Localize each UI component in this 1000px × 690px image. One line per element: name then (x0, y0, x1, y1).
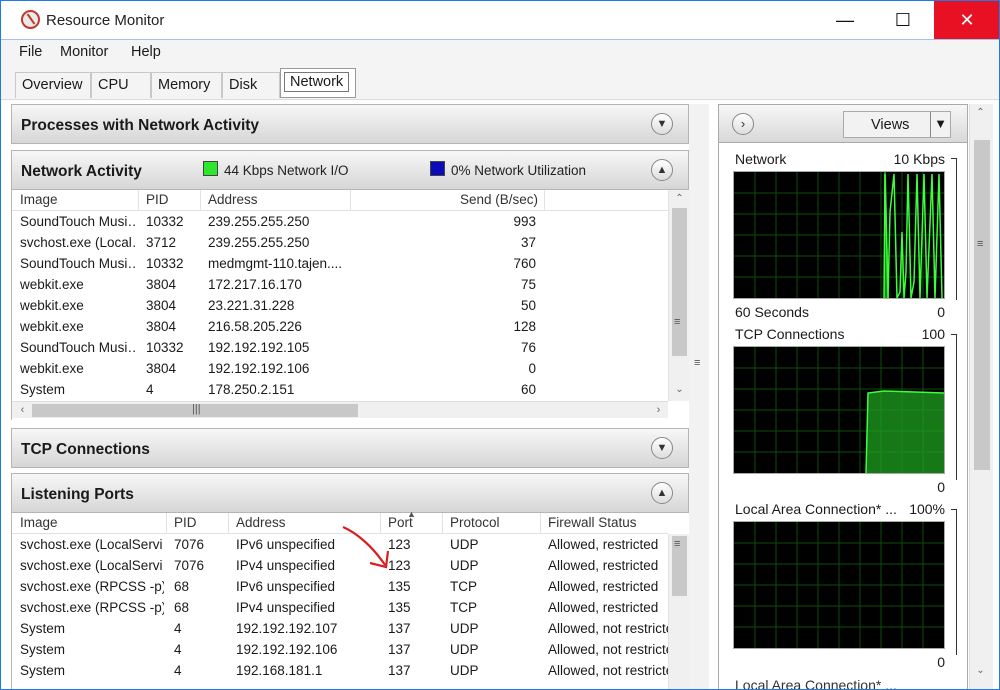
column-firewall-status[interactable]: Firewall Status (540, 515, 668, 532)
graphs-toolbar: › Views ▼ (719, 105, 967, 143)
graph-lan1-label: Local Area Connection* ... (735, 501, 897, 517)
processes-network-title: Processes with Network Activity (21, 117, 260, 134)
table-row[interactable]: svchost.exe (Local… 3712 239.255.255.250… (12, 232, 668, 253)
dropdown-arrow-icon: ▼ (930, 112, 950, 137)
resource-monitor-window: Resource Monitor — ☐ ✕ File Monitor Help… (0, 0, 1000, 690)
column-address[interactable]: Address (200, 192, 350, 209)
graph-network (733, 171, 945, 299)
close-button[interactable]: ✕ (934, 1, 999, 39)
scroll-down-arrow[interactable]: ⌄ (669, 381, 690, 399)
expand-tcp-button[interactable]: ▼ (651, 437, 673, 459)
tab-network-label: Network (284, 72, 350, 92)
graph-network-timespan: 60 Seconds (735, 304, 809, 320)
collapse-listening-ports-button[interactable]: ▲ (651, 482, 673, 504)
tab-disk[interactable]: Disk (222, 72, 280, 98)
network-activity-table-header: Image PID Address Send (B/sec) (12, 190, 668, 211)
network-activity-vscrollbar[interactable]: ⌃ ≡ ⌄ (668, 190, 689, 401)
table-row[interactable]: webkit.exe 3804 172.217.16.170 75 (12, 274, 668, 295)
scrollbar-thumb[interactable] (672, 208, 687, 356)
title-bar: Resource Monitor — ☐ ✕ (1, 1, 999, 39)
maximize-button[interactable]: ☐ (874, 1, 932, 39)
table-row[interactable]: System 4 192.168.181.1 137 UDP Allowed, … (12, 660, 668, 681)
tab-cpu[interactable]: CPU (91, 72, 151, 98)
expand-processes-button[interactable]: ▼ (651, 113, 673, 135)
table-row[interactable]: webkit.exe 3804 216.58.205.226 128 (12, 316, 668, 337)
graph-network-min: 0 (937, 304, 945, 320)
tab-memory[interactable]: Memory (151, 72, 222, 98)
column-send[interactable]: Send (B/sec) (350, 192, 544, 209)
scroll-left-arrow[interactable]: ‹ (12, 402, 33, 420)
splitter-grip-icon: ≡ (694, 357, 701, 369)
listening-ports-header[interactable]: Listening Ports ▲ (11, 473, 689, 513)
column-protocol[interactable]: Protocol (442, 515, 540, 532)
network-activity-header[interactable]: Network Activity 44 Kbps Network I/O 0% … (11, 150, 689, 190)
listening-ports-vscrollbar[interactable]: ≡ (668, 534, 689, 689)
graph-network-max: 10 Kbps (893, 151, 945, 167)
scroll-up-arrow[interactable]: ⌃ (970, 104, 991, 122)
scroll-up-arrow[interactable]: ⌃ (669, 190, 690, 208)
graph-lan1-min: 0 (937, 654, 945, 670)
graph-local-area-connection (733, 521, 945, 649)
table-row[interactable]: svchost.exe (RPCSS -p) 68 IPv6 unspecifi… (12, 576, 668, 597)
network-activity-hscrollbar[interactable]: ‹ ||| › (12, 401, 668, 418)
table-row[interactable]: webkit.exe 3804 192.192.192.106 0 (12, 358, 668, 379)
table-row[interactable]: webkit.exe 3804 23.221.31.228 50 (12, 295, 668, 316)
graph-tcp-connections (733, 346, 945, 474)
table-row[interactable]: SoundTouch Musi… 10332 medmgmt-110.tajen… (12, 253, 668, 274)
listening-ports-title: Listening Ports (21, 486, 134, 503)
graph-tcp-max: 100 (921, 326, 945, 342)
tcp-connections-header[interactable]: TCP Connections ▼ (11, 428, 689, 468)
network-utilization-legend: 0% Network Utilization (451, 163, 587, 178)
resource-monitor-icon (21, 10, 40, 29)
tcp-connections-title: TCP Connections (21, 441, 150, 458)
graph-network-label: Network (735, 151, 787, 167)
views-dropdown[interactable]: Views ▼ (843, 111, 951, 138)
table-row[interactable]: System 4 192.192.192.107 137 UDP Allowed… (12, 618, 668, 639)
menu-bar: File Monitor Help (1, 40, 999, 64)
sort-ascending-icon: ▲ (407, 509, 416, 519)
graph-lan1-max: 100% (909, 501, 945, 517)
collapse-graphs-button[interactable]: › (732, 113, 754, 135)
minimize-button[interactable]: — (816, 1, 874, 39)
scroll-right-arrow[interactable]: › (648, 402, 669, 420)
table-row[interactable]: System 4 192.192.192.106 137 UDP Allowed… (12, 639, 668, 660)
table-row[interactable]: SoundTouch Musi… 10332 192.192.192.105 7… (12, 337, 668, 358)
pane-splitter[interactable]: ≡ (689, 104, 709, 689)
tab-network[interactable]: Network (280, 68, 356, 98)
collapse-network-activity-button[interactable]: ▲ (651, 159, 673, 181)
network-utilization-legend-swatch (430, 161, 445, 176)
graphs-pane: › Views ▼ Network 10 Kbps 60 Seconds 0 T… (718, 104, 968, 690)
network-io-legend: 44 Kbps Network I/O (224, 163, 349, 178)
scroll-down-arrow[interactable]: ⌄ (970, 662, 991, 680)
column-image[interactable]: Image (12, 192, 138, 209)
views-label: Views (871, 117, 910, 133)
table-row[interactable]: svchost.exe (RPCSS -p) 68 IPv4 unspecifi… (12, 597, 668, 618)
column-image[interactable]: Image (12, 515, 166, 532)
table-row[interactable]: SoundTouch Musi… 10332 239.255.255.250 9… (12, 211, 668, 232)
window-title: Resource Monitor (46, 12, 165, 29)
graph-tcp-label: TCP Connections (735, 326, 845, 342)
processes-network-header[interactable]: Processes with Network Activity ▼ (11, 104, 689, 144)
tab-strip: Overview CPU Memory Disk Network (1, 64, 999, 100)
tab-overview[interactable]: Overview (15, 72, 91, 98)
network-activity-table: Image PID Address Send (B/sec) SoundTouc… (11, 190, 689, 420)
graph-tcp-min: 0 (937, 479, 945, 495)
graph-lan2-label: Local Area Connection* ... (735, 677, 897, 690)
table-row[interactable]: System 4 178.250.2.151 60 (12, 379, 668, 400)
left-pane: Processes with Network Activity ▼ Networ… (11, 104, 689, 689)
menu-file[interactable]: File (19, 44, 42, 60)
column-pid[interactable]: PID (166, 515, 228, 532)
graphs-scrollbar[interactable]: ⌃ ≡ ⌄ (969, 104, 993, 689)
menu-monitor[interactable]: Monitor (60, 44, 108, 60)
scrollbar-thumb[interactable] (974, 140, 990, 470)
red-annotation-arrow (342, 525, 390, 569)
network-io-legend-swatch (203, 161, 218, 176)
column-pid[interactable]: PID (138, 192, 200, 209)
menu-help[interactable]: Help (131, 44, 161, 60)
network-activity-title: Network Activity (21, 163, 142, 180)
